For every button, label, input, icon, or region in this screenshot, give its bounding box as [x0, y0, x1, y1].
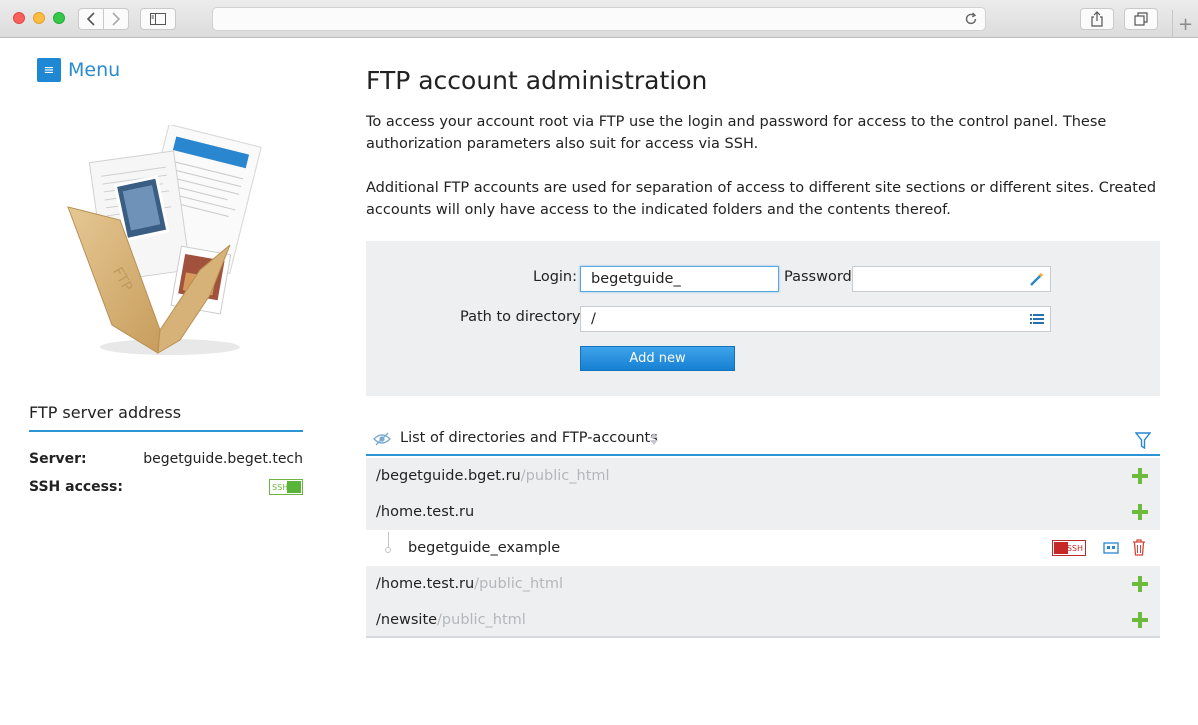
directory-path: /newsite/public_html: [376, 612, 526, 628]
menu-icon: ≡: [37, 58, 61, 82]
add-ftp-account-form: Login: begetguide_ Password Path to dire…: [366, 241, 1160, 396]
show-tabs-button[interactable]: [1124, 8, 1158, 30]
add-new-button[interactable]: Add new: [580, 346, 735, 371]
share-button[interactable]: [1080, 8, 1114, 30]
path-value: /: [591, 311, 596, 327]
browser-toolbar: +: [0, 0, 1198, 38]
password-label: Password: [784, 269, 852, 285]
intro-paragraph-2: Additional FTP accounts are used for sep…: [366, 180, 1157, 218]
trash-icon[interactable]: [1132, 539, 1146, 556]
magic-wand-icon[interactable]: [1029, 271, 1045, 287]
ssh-access-toggle[interactable]: SSH: [269, 479, 303, 495]
menu-button[interactable]: ≡ Menu: [37, 58, 120, 82]
tree-node: [385, 547, 391, 553]
page-title: FTP account administration: [366, 66, 708, 95]
new-tab-button[interactable]: +: [1172, 10, 1198, 38]
share-icon: [1091, 11, 1103, 27]
directory-path: /home.test.ru: [376, 504, 475, 520]
server-value: begetguide.beget.tech: [143, 451, 303, 467]
back-button[interactable]: [78, 8, 104, 30]
directory-path: /begetguide.bget.ru/public_html: [376, 468, 610, 484]
directory-path: /home.test.ru/public_html: [376, 576, 564, 592]
server-label: Server:: [29, 451, 87, 467]
directory-row[interactable]: /newsite/public_html: [366, 602, 1160, 638]
tabs-icon: [1134, 12, 1148, 26]
address-bar[interactable]: [212, 7, 986, 31]
ftp-server-heading: FTP server address: [29, 403, 303, 432]
plus-icon[interactable]: [1132, 504, 1148, 520]
close-window-button[interactable]: [13, 12, 25, 24]
ssh-toggle-knob: [287, 481, 301, 493]
ftp-account-row[interactable]: begetguide_example SSH: [366, 530, 1160, 566]
directory-row[interactable]: /home.test.ru: [366, 494, 1160, 530]
ftp-folder-illustration: FTP: [67, 125, 262, 355]
ssh-toggle-text: SSH: [1066, 543, 1083, 553]
zoom-window-button[interactable]: [53, 12, 65, 24]
plus-icon[interactable]: [1132, 576, 1148, 592]
directory-row[interactable]: /home.test.ru/public_html: [366, 566, 1160, 602]
account-name: begetguide_example: [408, 540, 561, 556]
login-label: Login:: [533, 269, 578, 285]
password-input[interactable]: [852, 266, 1051, 292]
list-icon[interactable]: [1029, 311, 1045, 327]
intro-paragraph-1: To access your account root via FTP use …: [366, 114, 1107, 152]
plus-icon[interactable]: [1132, 612, 1148, 628]
sidebar-toggle-button[interactable]: [140, 8, 176, 30]
server-row: Server: begetguide.beget.tech: [29, 451, 303, 467]
path-input[interactable]: /: [580, 306, 1051, 332]
list-bottom-border: [366, 636, 1160, 638]
tree-connector: [388, 532, 389, 548]
ssh-toggle-knob: [1054, 542, 1068, 554]
login-value: begetguide_: [591, 271, 681, 287]
list-header: List of directories and FTP-accounts: [366, 426, 1160, 456]
directory-row[interactable]: /begetguide.bget.ru/public_html: [366, 458, 1160, 494]
sidebar-icon: [150, 13, 166, 25]
filter-icon[interactable]: [1135, 432, 1151, 450]
login-input[interactable]: begetguide_: [580, 266, 779, 292]
ssh-access-label: SSH access:: [29, 479, 123, 495]
menu-label: Menu: [68, 59, 121, 81]
card-icon[interactable]: [1103, 541, 1119, 555]
minimize-window-button[interactable]: [33, 12, 45, 24]
reload-icon[interactable]: [963, 11, 979, 27]
plus-icon[interactable]: [1132, 468, 1148, 484]
forward-button[interactable]: [103, 8, 129, 30]
path-label: Path to directory:: [460, 309, 585, 325]
eye-icon[interactable]: [373, 432, 391, 446]
account-ssh-toggle[interactable]: SSH: [1052, 540, 1086, 556]
ssh-access-row: SSH access: SSH: [29, 479, 303, 495]
sort-icon[interactable]: [649, 432, 659, 446]
forward-icon: [112, 12, 121, 26]
list-title[interactable]: List of directories and FTP-accounts: [400, 430, 658, 446]
back-icon: [86, 12, 95, 26]
ssh-toggle-text: SSH: [272, 482, 289, 492]
